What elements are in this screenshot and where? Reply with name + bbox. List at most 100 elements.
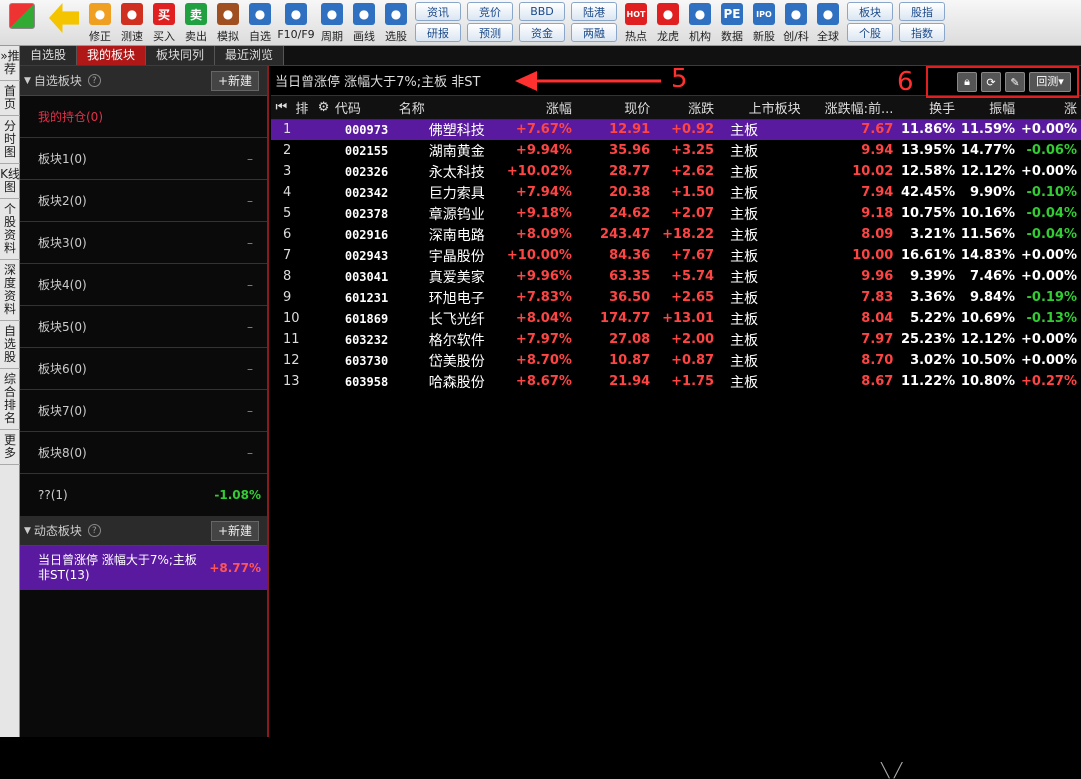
sidebar-item-2[interactable]: 板块2(0) – <box>20 180 267 222</box>
left-nav-item-2[interactable]: 分时图 <box>0 116 20 164</box>
table-row[interactable]: 8 003041 真爱美家 +9.96% 63.35 +5.74 主板 9.96 9.39% 7.… <box>271 266 1081 287</box>
toolbar.buttons-button-0[interactable]: ● 修正 <box>84 0 116 46</box>
toolbar.buttons-button-4[interactable]: ● 模拟 <box>212 0 244 46</box>
toolbar.buttons-button-6[interactable]: ● F10/F9 <box>276 0 316 46</box>
dynamic-sector-item[interactable]: 当日曾涨停 涨幅大于7%;主板 非ST(13) +8.77% <box>20 546 267 590</box>
new-sector-button[interactable]: +新建 <box>211 70 259 91</box>
collapse-icon[interactable]: ▼ <box>24 76 31 86</box>
lock-icon[interactable]: 🔒︎ <box>957 72 977 92</box>
table-row[interactable]: 7 002943 宇晶股份 +10.00% 84.36 +7.67 主板 10.00 16.61… <box>271 245 1081 266</box>
tab-2[interactable]: 板块同列 <box>146 46 216 65</box>
backtest-button[interactable]: 回测▾ <box>1029 72 1071 92</box>
column-header[interactable]: 涨 <box>1019 96 1081 120</box>
sidebar-item-unknown[interactable]: ??(1) -1.08% <box>20 474 267 516</box>
toolbar-link-button[interactable]: 资讯 <box>415 2 461 21</box>
sidebar-item-4[interactable]: 板块4(0) – <box>20 264 267 306</box>
remove-icon[interactable]: – <box>247 236 253 250</box>
column-header[interactable]: 涨跌幅:前... <box>804 96 898 120</box>
sort-icon[interactable]: 排 <box>291 96 313 120</box>
toolbar.buttons2-button-5[interactable]: ● 创/科 <box>780 0 812 46</box>
sidebar-item-8[interactable]: 板块8(0) – <box>20 432 267 474</box>
toolbar.buttons2-button-2[interactable]: ● 机构 <box>684 0 716 46</box>
table-row[interactable]: 5 002378 章源钨业 +9.18% 24.62 +2.07 主板 9.18 10.75% 1… <box>271 203 1081 224</box>
first-page-icon[interactable]: ⏮ <box>271 96 292 120</box>
toolbar-link-button[interactable]: 竞价 <box>467 2 513 21</box>
toolbar.buttons-button-1[interactable]: ● 测速 <box>116 0 148 46</box>
toolbar-link-button[interactable]: 指数 <box>899 23 945 42</box>
remove-icon[interactable]: – <box>247 194 253 208</box>
back-button[interactable] <box>44 0 84 46</box>
column-header[interactable]: 涨幅 <box>491 96 576 120</box>
column-header[interactable]: 代码 <box>334 96 399 120</box>
column-header[interactable]: 振幅 <box>959 96 1020 120</box>
help-icon[interactable]: ? <box>87 74 101 87</box>
column-header[interactable]: 上市板块 <box>718 96 805 120</box>
table-row[interactable]: 1 000973 佛塑科技 +7.67% 12.91 +0.92 主板 7.67 11.86% 1… <box>271 119 1081 140</box>
help-icon[interactable]: ? <box>87 524 101 537</box>
new-dynamic-button[interactable]: +新建 <box>211 520 259 541</box>
toolbar-link-button[interactable]: 预测 <box>467 23 513 42</box>
edit-icon[interactable]: ✎ <box>1005 72 1025 92</box>
toolbar.buttons-button-3[interactable]: 卖卖出 <box>180 0 212 46</box>
toolbar-link-button[interactable]: 研报 <box>415 23 461 42</box>
table-row[interactable]: 13 603958 哈森股份 +8.67% 21.94 +1.75 主板 8.67 11.22%… <box>271 371 1081 392</box>
toolbar.buttons2-button-1[interactable]: ● 龙虎 <box>652 0 684 46</box>
toolbar-link-button[interactable]: BBD <box>519 2 565 21</box>
left-nav-item-5[interactable]: 深度资料 <box>0 260 20 321</box>
table-row[interactable]: 6 002916 深南电路 +8.09% 243.47 +18.22 主板 8.09 3.21%… <box>271 224 1081 245</box>
sidebar-item-3[interactable]: 板块3(0) – <box>20 222 267 264</box>
column-header[interactable]: 现价 <box>575 96 655 120</box>
table-row[interactable]: 9 601231 环旭电子 +7.83% 36.50 +2.65 主板 7.83 3.36% 9.… <box>271 287 1081 308</box>
toolbar.buttons-button-2[interactable]: 买买入 <box>148 0 180 46</box>
table-row[interactable]: 4 002342 巨力索具 +7.94% 20.38 +1.50 主板 7.94 42.45% 9… <box>271 182 1081 203</box>
toolbar-link-button[interactable]: 陆港 <box>571 2 617 21</box>
remove-icon[interactable]: – <box>247 278 253 292</box>
left-nav-item-3[interactable]: K线图 <box>0 164 20 199</box>
custom-sector-header[interactable]: ▼ 自选板块 ? +新建 <box>20 66 267 96</box>
column-header[interactable]: 名称 <box>398 96 492 120</box>
collapse-icon[interactable]: ▼ <box>24 526 31 536</box>
toolbar.buttons2-button-0[interactable]: HOT 热点 <box>620 0 652 46</box>
toolbar.buttons2-button-3[interactable]: PE 数据 <box>716 0 748 46</box>
left-nav-item-0[interactable]: »推荐 <box>0 46 20 81</box>
toolbar.buttons-button-7[interactable]: ● 周期 <box>316 0 348 46</box>
remove-icon[interactable]: – <box>247 446 253 460</box>
toolbar-link-button[interactable]: 板块 <box>847 2 893 21</box>
toolbar-link-button[interactable]: 股指 <box>899 2 945 21</box>
remove-icon[interactable]: – <box>247 404 253 418</box>
remove-icon[interactable]: – <box>247 362 253 376</box>
tab-3[interactable]: 最近浏览 <box>215 46 285 65</box>
table-row[interactable]: 3 002326 永太科技 +10.02% 28.77 +2.62 主板 10.02 12.58… <box>271 161 1081 182</box>
left-nav-item-7[interactable]: 综合排名 <box>0 369 20 430</box>
toolbar.buttons-button-5[interactable]: ● 自选 <box>244 0 276 46</box>
sidebar-item-5[interactable]: 板块5(0) – <box>20 306 267 348</box>
toolbar.buttons2-button-6[interactable]: ● 全球 <box>812 0 844 46</box>
table-row[interactable]: 2 002155 湖南黄金 +9.94% 35.96 +3.25 主板 9.94 13.95% 1… <box>271 140 1081 161</box>
sidebar-item-1[interactable]: 板块1(0) – <box>20 138 267 180</box>
left-nav-item-4[interactable]: 个股资料 <box>0 199 20 260</box>
remove-icon[interactable]: – <box>247 320 253 334</box>
toolbar.buttons-button-8[interactable]: ● 画线 <box>348 0 380 46</box>
table-row[interactable]: 10 601869 长飞光纤 +8.04% 174.77 +13.01 主板 8.04 5.22… <box>271 308 1081 329</box>
dynamic-sector-header[interactable]: ▼ 动态板块 ? +新建 <box>20 516 267 546</box>
remove-icon[interactable]: – <box>247 152 253 166</box>
table-row[interactable]: 11 603232 格尔软件 +7.97% 27.08 +2.00 主板 7.97 25.23%… <box>271 329 1081 350</box>
toolbar-link-button[interactable]: 个股 <box>847 23 893 42</box>
tab-0[interactable]: 自选股 <box>20 46 78 65</box>
sidebar-item-0[interactable]: 我的持仓(0) <box>20 96 267 138</box>
settings-icon[interactable]: ⚙ <box>312 96 335 120</box>
column-header[interactable]: 换手 <box>897 96 960 120</box>
logo-icon[interactable] <box>0 0 44 46</box>
toolbar-link-button[interactable]: 两融 <box>571 23 617 42</box>
table-row[interactable]: 12 603730 岱美股份 +8.70% 10.87 +0.87 主板 8.70 3.02% 1… <box>271 350 1081 371</box>
left-nav-item-6[interactable]: 自选股 <box>0 321 20 369</box>
sidebar-item-7[interactable]: 板块7(0) – <box>20 390 267 432</box>
toolbar.buttons2-button-4[interactable]: IPO 新股 <box>748 0 780 46</box>
toolbar.buttons-button-9[interactable]: ● 选股 <box>380 0 412 46</box>
toolbar-link-button[interactable]: 资金 <box>519 23 565 42</box>
left-nav-item-1[interactable]: 首页 <box>0 81 20 116</box>
left-nav-item-8[interactable]: 更多 <box>0 430 20 465</box>
tab-1[interactable]: 我的板块 <box>77 46 147 65</box>
sidebar-item-6[interactable]: 板块6(0) – <box>20 348 267 390</box>
column-header[interactable]: 涨跌 <box>654 96 719 120</box>
